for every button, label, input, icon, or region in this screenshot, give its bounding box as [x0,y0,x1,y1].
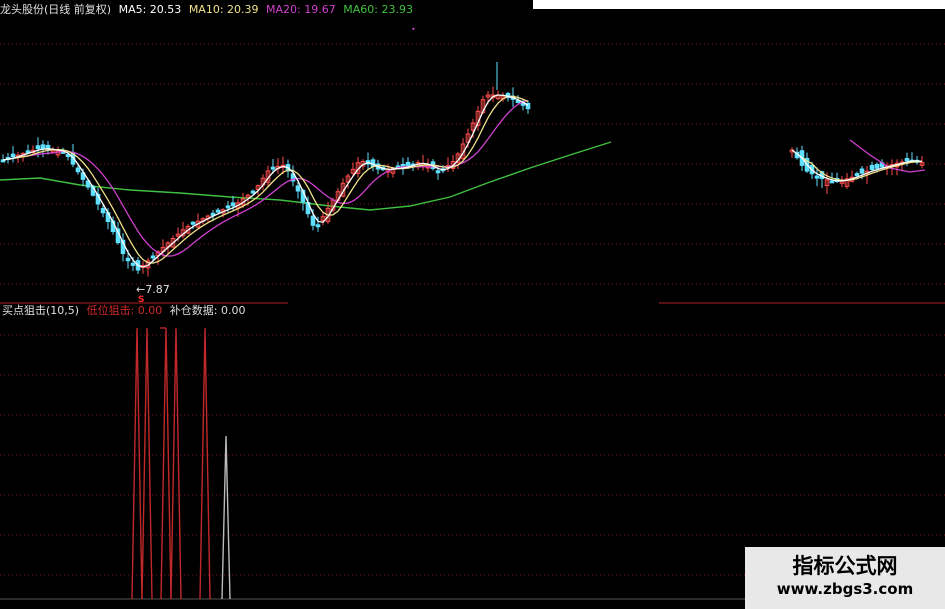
candle [5,152,11,164]
indicator-header: 买点狙击(10,5) 低位狙击: 0.00 补仓数据: 0.00 [2,304,249,318]
candle-body [100,208,106,214]
signal-spike [199,327,211,600]
candle [420,154,426,171]
rebuy-signal-label: 补仓数据: 0.00 [169,304,246,317]
indicator-series [131,327,231,600]
candle [365,152,371,170]
indicator-name: 买点狙击(10,5) [2,304,80,317]
watermark-url: www.zbgs3.com [776,580,914,598]
ma60-label: MA60: 23.93 [343,3,413,16]
ma60-line [0,141,612,211]
candle [275,158,281,174]
candle [95,187,101,211]
candle [849,170,855,183]
candle-body [904,158,910,162]
candle-body [829,180,835,184]
low-signal-label: 低位狙击: 0.00 [86,304,163,317]
candle-body [215,209,221,213]
candle-body [75,167,81,173]
candle-body [40,144,46,149]
watermark-title: 指标公式网 [792,554,898,578]
candle-body [295,185,301,192]
candle-body [814,175,820,179]
candle-body [874,164,880,169]
candle [120,233,126,262]
ma20-label: MA20: 19.67 [266,3,336,16]
candle [789,147,795,158]
candle-body [250,190,256,194]
signal-spike [160,327,172,600]
signal-spike [170,327,182,600]
candle-body [225,205,231,209]
candle [10,146,16,163]
candle-body [230,202,236,207]
top-edge-strip [533,0,945,9]
candle [145,257,151,277]
small-marker: • [411,25,416,34]
candle-body [150,255,156,259]
candle-body [405,161,411,167]
candle [260,174,266,191]
ma5-label: MA5: 20.53 [118,3,182,16]
candle-body [854,173,860,177]
price-chart-header: 龙头股份(日线 前复权) MA5: 20.53 MA10: 20.39 MA20… [0,3,417,17]
candle [215,207,221,213]
signal-spike [141,327,153,600]
candle [445,157,451,173]
candle-body [130,262,136,266]
ma10-label: MA10: 20.39 [188,3,259,16]
price-grid [0,43,945,304]
candle [450,154,456,172]
candle [839,176,845,188]
candle-body [310,215,316,226]
site-watermark: 指标公式网 www.zbgs3.com [745,547,945,609]
candle [490,86,496,103]
candle-body [859,168,865,174]
signal-spike [221,435,231,600]
candle [834,172,840,184]
candle-body [10,153,16,158]
candle-body [125,257,131,262]
candle-body [315,224,321,228]
candle-body [270,166,276,170]
candle [320,212,326,226]
candle-body [869,164,875,171]
candle [869,161,875,172]
candle-body [190,221,196,225]
candle [894,159,900,176]
candle-body [435,170,441,174]
candle [290,165,296,187]
candle [0,154,6,163]
candle [919,155,925,169]
candle-body [35,145,41,150]
signal-spike [131,327,143,600]
candle [525,100,531,114]
ma5-line [2,94,529,268]
candlestick-series [0,62,925,277]
candle [195,213,201,230]
stock-title: 龙头股份(日线 前复权) [0,3,112,16]
